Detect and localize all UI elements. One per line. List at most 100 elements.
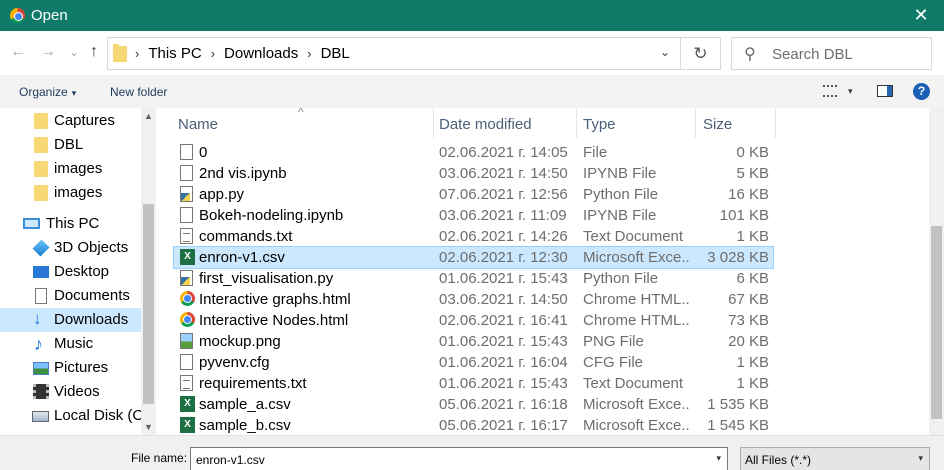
- text-file-icon: [180, 228, 193, 244]
- chevron-down-icon: ▾: [918, 453, 923, 463]
- view-options-icon[interactable]: [823, 85, 837, 97]
- file-type: Text Document: [583, 375, 684, 392]
- sidebar-item-label: Videos: [54, 383, 100, 400]
- sidebar-item-label: Documents: [54, 287, 130, 304]
- sidebar-item-this-pc[interactable]: This PC: [0, 212, 141, 236]
- column-header-size[interactable]: Size: [697, 108, 775, 138]
- file-row[interactable]: 2nd vis.ipynb 03.06.2021 г. 14:50 IPYNB Fi…: [156, 163, 929, 184]
- column-header-name[interactable]: Name: [172, 108, 432, 138]
- folder-icon: [34, 137, 48, 153]
- file-size: 5 KB: [736, 165, 769, 182]
- chevron-down-icon[interactable]: ▾: [848, 86, 853, 97]
- preview-pane-icon[interactable]: [877, 85, 893, 97]
- address-bar[interactable]: › This PC › Downloads › DBL ⌄: [107, 37, 681, 70]
- image-file-icon: [180, 333, 193, 349]
- file-type: Chrome HTML...: [583, 291, 691, 308]
- file-name: Bokeh-nodeling.ipynb: [199, 207, 344, 224]
- file-row[interactable]: 0 02.06.2021 г. 14:05 File 0 KB: [156, 142, 929, 163]
- file-row-selected[interactable]: Xenron-v1.csv 02.06.2021 г. 12:30 Microsof…: [173, 246, 774, 269]
- file-list-scrollbar[interactable]: [929, 108, 944, 435]
- refresh-button[interactable]: ↻: [681, 37, 721, 70]
- file-name: sample_b.csv: [199, 417, 291, 434]
- scroll-down-arrow-icon[interactable]: ▼: [144, 422, 153, 432]
- sidebar-item-desktop[interactable]: Desktop: [0, 260, 141, 284]
- sidebar-item-label: Pictures: [54, 359, 109, 376]
- sidebar-item-music[interactable]: ♪ Music: [0, 332, 141, 356]
- file-name: enron-v1.csv: [199, 249, 285, 266]
- help-icon[interactable]: ?: [913, 83, 930, 100]
- sidebar-item-label: Captures: [54, 112, 115, 129]
- sidebar-item-downloads[interactable]: ↓ Downloads: [0, 308, 141, 332]
- file-type: Microsoft Exce...: [583, 417, 691, 434]
- file-row[interactable]: mockup.png 01.06.2021 г. 15:43 PNG File 20 …: [156, 331, 929, 352]
- file-row[interactable]: commands.txt 02.06.2021 г. 14:26 Text Docu…: [156, 226, 929, 247]
- file-icon: [180, 207, 193, 223]
- sidebar-item-dbl[interactable]: DBL: [0, 133, 141, 157]
- file-icon: [180, 354, 193, 370]
- file-date: 05.06.2021 г. 16:18: [439, 396, 568, 413]
- sidebar-item-videos[interactable]: Videos: [0, 380, 141, 404]
- file-icon: [180, 144, 193, 160]
- music-icon: ♪: [34, 334, 43, 354]
- organize-button[interactable]: Organize ▾: [19, 85, 76, 99]
- up-button[interactable]: ↑: [84, 43, 104, 61]
- sidebar-item-label: 3D Objects: [54, 239, 129, 256]
- back-button[interactable]: ←: [8, 43, 28, 61]
- file-row[interactable]: Xsample_b.csv 05.06.2021 г. 16:17 Microsof…: [156, 415, 929, 435]
- file-name: mockup.png: [199, 333, 281, 350]
- file-row[interactable]: Bokeh-nodeling.ipynb 03.06.2021 г. 11:09 I…: [156, 205, 929, 226]
- search-box[interactable]: ⚲ Search DBL: [731, 37, 932, 70]
- sidebar-item-images[interactable]: images: [0, 181, 141, 205]
- column-header-date[interactable]: Date modified: [433, 108, 576, 138]
- file-type: IPYNB File: [583, 207, 657, 224]
- file-row[interactable]: Interactive graphs.html 03.06.2021 г. 14:…: [156, 289, 929, 310]
- file-name: app.py: [199, 186, 245, 203]
- file-name-value: enron-v1.csv: [196, 453, 265, 467]
- file-name: commands.txt: [199, 228, 293, 245]
- desktop-icon: [33, 266, 49, 278]
- file-row[interactable]: requirements.txt 01.06.2021 г. 15:43 Text …: [156, 373, 929, 394]
- file-size: 1 KB: [736, 228, 769, 245]
- file-type: PNG File: [583, 333, 644, 350]
- navigation-scrollbar[interactable]: ▲ ▼: [141, 108, 156, 435]
- file-name: Interactive Nodes.html: [199, 312, 349, 329]
- file-size: 101 KB: [719, 207, 769, 224]
- sidebar-item-local-disk[interactable]: Local Disk (C: [0, 404, 143, 428]
- chevron-down-icon: ▾: [71, 88, 77, 98]
- column-divider[interactable]: [775, 108, 776, 138]
- file-row[interactable]: first_visualisation.py 01.06.2021 г. 15:4…: [156, 268, 929, 289]
- file-list: ^ Name Date modified Type Size 0 02.06.20…: [156, 108, 929, 435]
- file-row[interactable]: Xsample_a.csv 05.06.2021 г. 16:18 Microsof…: [156, 394, 929, 415]
- file-row[interactable]: app.py 07.06.2021 г. 12:56 Python File 16 K…: [156, 184, 929, 205]
- close-button[interactable]: ✕: [898, 0, 944, 31]
- breadcrumb-downloads[interactable]: Downloads: [224, 45, 298, 62]
- sidebar-item-pictures[interactable]: Pictures: [0, 356, 141, 380]
- breadcrumb-dbl[interactable]: DBL: [321, 45, 350, 62]
- scrollbar-thumb[interactable]: [143, 204, 154, 404]
- sidebar-item-captures[interactable]: Captures: [0, 109, 141, 133]
- new-folder-button[interactable]: New folder: [110, 85, 167, 99]
- sidebar-item-images[interactable]: images: [0, 157, 141, 181]
- breadcrumb-separator[interactable]: ›: [135, 45, 139, 62]
- recent-locations-button[interactable]: ⌄: [64, 45, 84, 59]
- sidebar-item-documents[interactable]: Documents: [0, 284, 141, 308]
- breadcrumb-this-pc[interactable]: This PC: [148, 45, 201, 62]
- address-row: ← → ⌄ ↑ › This PC › Downloads › DBL ⌄ ↻ …: [0, 31, 944, 75]
- breadcrumb-separator[interactable]: ›: [211, 45, 215, 62]
- column-divider[interactable]: [695, 108, 696, 138]
- file-type: Chrome HTML...: [583, 312, 691, 329]
- scroll-up-arrow-icon[interactable]: ▲: [144, 111, 153, 121]
- file-row[interactable]: Interactive Nodes.html 02.06.2021 г. 16:4…: [156, 310, 929, 331]
- scrollbar-thumb[interactable]: [931, 226, 942, 419]
- column-header-type[interactable]: Type: [577, 108, 695, 138]
- file-name-field[interactable]: enron-v1.csv ▾: [190, 447, 728, 470]
- file-row[interactable]: pyvenv.cfg 01.06.2021 г. 16:04 CFG File 1 K…: [156, 352, 929, 373]
- file-type-select[interactable]: All Files (*.*) ▾: [740, 447, 930, 470]
- sidebar-item-label: Downloads: [54, 311, 129, 328]
- address-dropdown-icon[interactable]: ⌄: [660, 45, 670, 59]
- chevron-down-icon[interactable]: ▾: [716, 453, 721, 464]
- forward-button[interactable]: →: [38, 43, 58, 61]
- file-name: pyvenv.cfg: [199, 354, 270, 371]
- breadcrumb-separator[interactable]: ›: [307, 45, 311, 62]
- sidebar-item-3d-objects[interactable]: 3D Objects: [0, 236, 141, 260]
